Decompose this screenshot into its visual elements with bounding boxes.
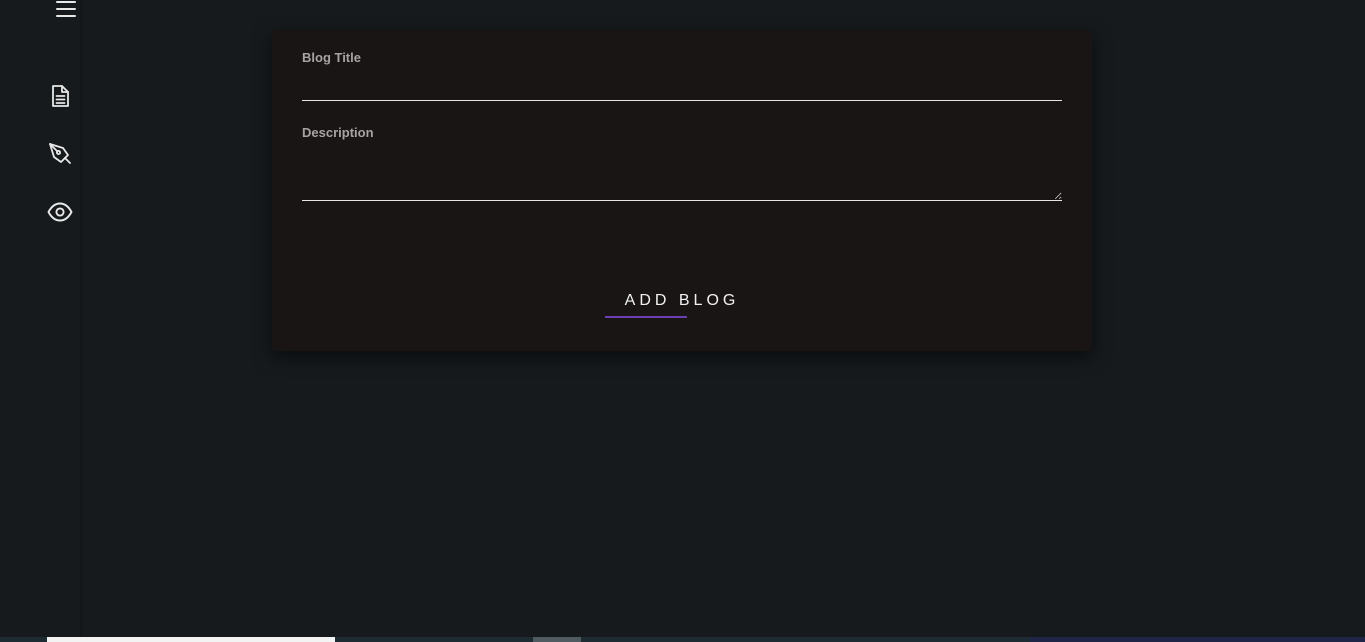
eye-icon <box>47 202 73 222</box>
blog-title-label: Blog Title <box>302 50 361 65</box>
sidebar <box>0 0 82 637</box>
button-underline-accent <box>605 316 687 318</box>
hamburger-icon-bar <box>56 15 76 17</box>
taskbar-item[interactable] <box>47 637 335 642</box>
sidebar-item-write[interactable] <box>46 140 74 168</box>
add-blog-form: Blog Title Description ADD BLOG <box>272 30 1092 351</box>
app-root: Blog Title Description ADD BLOG <box>0 0 1365 642</box>
taskbar-item[interactable] <box>533 637 581 642</box>
hamburger-icon-bar <box>56 1 76 3</box>
pen-icon <box>49 143 71 164</box>
description-textarea[interactable] <box>302 150 1062 201</box>
hamburger-menu-button[interactable] <box>56 0 78 18</box>
sidebar-item-view[interactable] <box>46 198 74 226</box>
document-icon <box>52 85 69 107</box>
blog-title-input[interactable] <box>302 74 1062 101</box>
hamburger-icon-bar <box>56 8 76 10</box>
taskbar-tray <box>1030 637 1365 642</box>
sidebar-item-blogs[interactable] <box>46 82 74 110</box>
add-blog-button[interactable]: ADD BLOG <box>602 286 762 316</box>
description-label: Description <box>302 125 374 140</box>
